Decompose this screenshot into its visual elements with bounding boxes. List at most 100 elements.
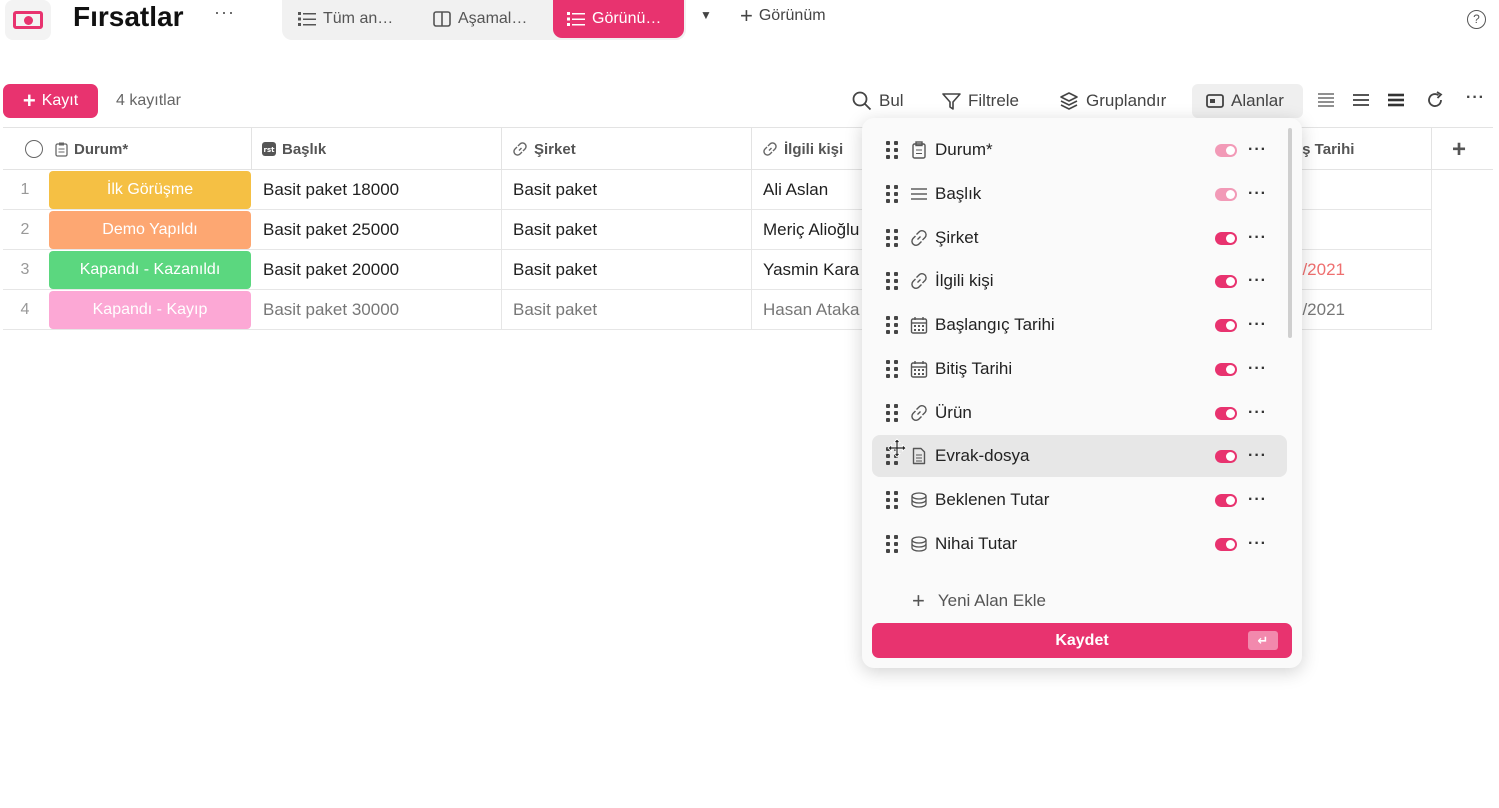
- tab-label: Görünü…: [592, 10, 662, 27]
- link-icon: [911, 404, 927, 422]
- add-field-button[interactable]: + Yeni Alan Ekle: [912, 588, 1046, 614]
- status-badge[interactable]: Kapandı - Kayıp: [49, 291, 251, 329]
- field-item-baslik[interactable]: Başlık ···: [872, 173, 1287, 215]
- row-height-large-icon[interactable]: [1386, 90, 1406, 110]
- drag-handle-icon[interactable]: [886, 360, 898, 378]
- drag-handle-icon[interactable]: [886, 141, 898, 159]
- field-item-baslangic-tarihi[interactable]: Başlangıç Tarihi ···: [872, 304, 1287, 346]
- calendar-icon: [910, 361, 928, 378]
- field-visibility-toggle[interactable]: [1215, 493, 1237, 507]
- column-header-title[interactable]: rst Başlık: [252, 128, 502, 170]
- field-item-evrak-dosya[interactable]: Evrak-dosya ···: [872, 435, 1287, 477]
- header: Fırsatlar ··· Tüm an… Aşamal… Görünü… ▼ …: [0, 0, 1499, 46]
- fields-icon: [1206, 94, 1224, 108]
- drag-handle-icon[interactable]: [886, 185, 898, 203]
- coins-icon: [911, 536, 927, 552]
- field-more-icon[interactable]: ···: [1248, 229, 1267, 247]
- status-badge[interactable]: İlk Görüşme: [49, 171, 251, 209]
- field-item-sirket[interactable]: Şirket ···: [872, 217, 1287, 259]
- row-height-small-icon[interactable]: [1316, 90, 1336, 110]
- tab-all[interactable]: Tüm an…: [284, 0, 414, 38]
- column-label: Başlık: [282, 140, 327, 158]
- column-label: Şirket: [534, 140, 576, 158]
- select-all-checkbox[interactable]: [25, 140, 43, 158]
- find-button[interactable]: Bul: [852, 84, 904, 118]
- column-header-company[interactable]: Şirket: [502, 128, 752, 170]
- title-cell[interactable]: Basit paket 30000: [252, 290, 502, 329]
- field-more-icon[interactable]: ···: [1248, 141, 1267, 159]
- add-view-label: Görünüm: [758, 7, 826, 24]
- field-item-beklenen-tutar[interactable]: Beklenen Tutar ···: [872, 479, 1287, 521]
- field-visibility-toggle[interactable]: [1215, 231, 1237, 245]
- field-item-bitis-tarihi[interactable]: Bitiş Tarihi ···: [872, 348, 1287, 390]
- column-header-status[interactable]: Durum*: [3, 128, 252, 170]
- field-visibility-toggle[interactable]: [1215, 318, 1237, 332]
- list-icon: [298, 12, 316, 26]
- fields-button[interactable]: Alanlar: [1192, 84, 1303, 118]
- field-more-icon[interactable]: ···: [1248, 272, 1267, 290]
- field-visibility-toggle[interactable]: [1215, 449, 1237, 463]
- drag-handle-icon[interactable]: [886, 491, 898, 509]
- title-cell[interactable]: Basit paket 18000: [252, 170, 502, 209]
- field-label: Nihai Tutar: [935, 534, 1018, 553]
- row-number: 1: [20, 180, 30, 198]
- drag-handle-icon[interactable]: [886, 404, 898, 422]
- drag-handle-icon[interactable]: [886, 272, 898, 290]
- field-visibility-toggle[interactable]: [1215, 362, 1237, 376]
- company-cell[interactable]: Basit paket: [502, 210, 752, 249]
- field-item-urun[interactable]: Ürün ···: [872, 392, 1287, 434]
- title-cell[interactable]: Basit paket 25000: [252, 210, 502, 249]
- row-height-medium-icon[interactable]: [1351, 90, 1371, 110]
- company-cell[interactable]: Basit paket: [502, 290, 752, 329]
- money-bill-icon[interactable]: [5, 0, 51, 40]
- company-cell[interactable]: Basit paket: [502, 170, 752, 209]
- field-visibility-toggle[interactable]: [1215, 537, 1237, 551]
- field-more-icon[interactable]: ···: [1248, 360, 1267, 378]
- column-label: İlgili kişi: [784, 140, 844, 158]
- field-label: İlgili kişi: [935, 271, 994, 290]
- drag-handle-icon[interactable]: [886, 229, 898, 247]
- status-badge[interactable]: Kapandı - Kazanıldı: [49, 251, 251, 289]
- field-item-durum[interactable]: Durum* ···: [872, 129, 1287, 171]
- filter-icon: [942, 92, 961, 110]
- column-header-end-date[interactable]: tiş Tarihi: [1293, 128, 1432, 170]
- toolbar-more-icon[interactable]: ···: [1466, 89, 1485, 107]
- field-label: Durum*: [935, 140, 993, 159]
- field-visibility-toggle[interactable]: [1215, 274, 1237, 288]
- title-cell[interactable]: Basit paket 20000: [252, 250, 502, 289]
- status-badge[interactable]: Demo Yapıldı: [49, 211, 251, 249]
- drag-handle-icon[interactable]: [886, 316, 898, 334]
- tab-view-active[interactable]: Görünü…: [553, 0, 684, 38]
- fields-panel: Durum* ··· Başlık ··· Şirket ··· İlgili …: [862, 118, 1302, 668]
- refresh-icon[interactable]: [1425, 90, 1445, 110]
- layers-icon: [1060, 92, 1078, 110]
- add-record-button[interactable]: + Kayıt: [3, 84, 98, 118]
- field-more-icon[interactable]: ···: [1248, 316, 1267, 334]
- panel-scrollbar[interactable]: [1288, 128, 1292, 338]
- plus-icon: +: [912, 588, 925, 613]
- save-label: Kaydet: [1055, 631, 1109, 649]
- field-more-icon[interactable]: ···: [1248, 535, 1267, 553]
- end-date-cell[interactable]: [1293, 170, 1432, 209]
- save-button[interactable]: Kaydet ↵: [872, 623, 1292, 658]
- company-cell[interactable]: Basit paket: [502, 250, 752, 289]
- add-column-button[interactable]: +: [1452, 136, 1466, 164]
- tab-stages[interactable]: Aşamal…: [419, 0, 549, 38]
- group-button[interactable]: Gruplandır: [1059, 84, 1166, 118]
- end-date-cell[interactable]: 4/2021: [1293, 290, 1432, 329]
- drag-handle-icon[interactable]: [886, 535, 898, 553]
- end-date-cell[interactable]: 5/2021: [1293, 250, 1432, 289]
- add-view-button[interactable]: + Görünüm: [740, 5, 826, 27]
- field-more-icon[interactable]: ···: [1248, 447, 1267, 465]
- field-more-icon[interactable]: ···: [1248, 185, 1267, 203]
- filter-button[interactable]: Filtrele: [942, 84, 1019, 118]
- title-more-button[interactable]: ···: [214, 2, 235, 23]
- field-more-icon[interactable]: ···: [1248, 491, 1267, 509]
- field-item-nihai-tutar[interactable]: Nihai Tutar ···: [872, 523, 1287, 565]
- chevron-down-icon[interactable]: ▼: [700, 8, 712, 22]
- field-more-icon[interactable]: ···: [1248, 404, 1267, 422]
- help-icon[interactable]: ?: [1467, 10, 1486, 29]
- end-date-cell[interactable]: [1293, 210, 1432, 249]
- field-visibility-toggle[interactable]: [1215, 406, 1237, 420]
- field-item-ilgili-kisi[interactable]: İlgili kişi ···: [872, 260, 1287, 302]
